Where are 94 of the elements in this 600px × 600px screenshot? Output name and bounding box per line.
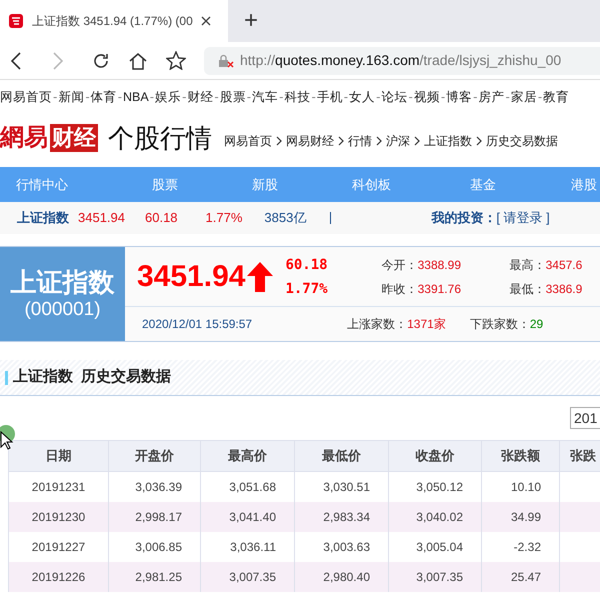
- nav-link[interactable]: 论坛: [381, 88, 408, 106]
- star-icon[interactable]: [166, 51, 186, 70]
- breadcrumb-link[interactable]: 上证指数: [424, 132, 472, 150]
- chevron-icon: [374, 136, 384, 146]
- separator-text: -: [181, 88, 188, 106]
- current-price: 3451.94: [137, 259, 246, 295]
- breadcrumb-link[interactable]: 历史交易数据: [486, 132, 558, 150]
- separator-text: -: [213, 88, 220, 106]
- section-title: 上证指数: [13, 367, 73, 388]
- index-volume: 3853亿: [264, 209, 306, 228]
- table-cell: 2,981.25: [108, 562, 200, 592]
- nav-link[interactable]: 股票: [220, 88, 246, 106]
- breadcrumb-link[interactable]: 沪深: [386, 132, 410, 150]
- separator-text: -: [246, 88, 252, 106]
- nav-link[interactable]: 汽车: [252, 88, 278, 106]
- reload-icon[interactable]: [92, 52, 110, 70]
- index-change: 60.18: [145, 209, 178, 228]
- stat-value: 3386.9: [546, 282, 582, 296]
- breadcrumb-link[interactable]: 行情: [348, 132, 372, 150]
- insecure-lock-icon: [218, 54, 234, 68]
- separator-text: -: [407, 88, 414, 106]
- table-cell: 3,007.35: [388, 562, 482, 592]
- separator-text: -: [472, 88, 479, 106]
- nav-link[interactable]: 财经: [187, 88, 214, 106]
- separator-text: -: [375, 88, 382, 106]
- year-dropdown[interactable]: 201: [570, 407, 600, 429]
- nav-link[interactable]: 娱乐: [155, 88, 182, 106]
- nav-link[interactable]: 房产: [478, 88, 505, 106]
- nav-link[interactable]: 体育: [90, 88, 117, 106]
- stat-label: 昨收：: [382, 282, 418, 296]
- index-name: 上证指数: [17, 209, 69, 228]
- breadcrumb-link[interactable]: 网易财经: [286, 132, 334, 150]
- up-arrow-icon: [247, 262, 274, 292]
- decliners-label: 下跌家数：: [470, 316, 530, 333]
- stat-value: 3388.99: [418, 258, 461, 272]
- table-cell: 2,980.40: [294, 562, 388, 592]
- separator-text: -: [342, 88, 349, 106]
- separator-text: -: [148, 88, 155, 106]
- stat-label: 最高：: [510, 258, 546, 272]
- table-cell: 20191226: [8, 562, 108, 592]
- price-change: 60.18: [285, 256, 328, 274]
- table-cell: 3,007.35: [200, 562, 294, 592]
- chevron-icon: [412, 136, 422, 146]
- price-percent: 1.77%: [285, 280, 328, 298]
- nav-link[interactable]: 新闻: [58, 88, 84, 106]
- nav-link[interactable]: 家居: [510, 88, 537, 106]
- separator-text: -: [310, 88, 317, 106]
- separator-text: -: [440, 88, 446, 106]
- nav-link[interactable]: 手机: [316, 88, 343, 106]
- index-code: (000001): [24, 298, 101, 322]
- separator-text: -: [504, 88, 511, 106]
- section-subtitle: 历史交易数据: [81, 367, 171, 388]
- advancers-unit: 家: [434, 316, 446, 333]
- tab-title: 上证指数 3451.94 (1.77%) (00: [32, 13, 193, 30]
- chevron-icon: [474, 136, 484, 146]
- home-icon[interactable]: [128, 52, 148, 70]
- favicon-icon: [8, 13, 24, 29]
- update-time: 2020/12/01 15:59:57: [142, 316, 252, 333]
- nav-link[interactable]: 科技: [284, 88, 310, 106]
- nav-link[interactable]: 女人: [349, 88, 376, 106]
- nav-link[interactable]: 网易首页: [0, 88, 52, 106]
- new-tab-button[interactable]: +: [228, 0, 274, 42]
- separator-text: -: [116, 88, 124, 106]
- separator-text: -: [84, 88, 90, 106]
- chevron-icon: [336, 136, 346, 146]
- index-percent: 1.77%: [206, 209, 242, 228]
- advancers-label: 上涨家数：: [347, 316, 408, 333]
- breadcrumb-link[interactable]: 网易首页: [224, 132, 272, 150]
- separator-text: -: [52, 88, 58, 106]
- index-price: 3451.94: [78, 209, 125, 228]
- chevron-icon: [274, 136, 284, 146]
- page-title: 个股行情: [108, 122, 212, 154]
- separator-text: -: [278, 88, 284, 106]
- column-header: 日期: [8, 440, 108, 472]
- url-text: http://quotes.money.163.com/trade/lsjysj_zhishu_00: [240, 51, 562, 70]
- close-icon[interactable]: [200, 16, 211, 26]
- nav-link[interactable]: 博客: [446, 88, 472, 106]
- logo-badge: 财经: [50, 124, 98, 152]
- stat-label: 今开：: [382, 258, 418, 272]
- stat-label: 最低：: [510, 282, 546, 296]
- nav-link[interactable]: 视频: [414, 88, 440, 106]
- advancers-count: 1371: [407, 316, 434, 333]
- nav-link[interactable]: 教育: [543, 88, 570, 106]
- nav-link[interactable]: NBA: [123, 88, 149, 106]
- browser-tab[interactable]: 上证指数 3451.94 (1.77%) (00: [0, 0, 228, 42]
- separator-text: -: [536, 88, 543, 106]
- investment-label: 我的投资：: [431, 209, 496, 228]
- index-title: 上证指数: [10, 266, 114, 298]
- stat-value: 3391.76: [418, 282, 461, 296]
- stat-value: 3457.6: [546, 258, 582, 272]
- address-bar[interactable]: http://quotes.money.163.com/trade/lsjysj_zhishu_00: [204, 46, 600, 74]
- decliners-count: 29: [530, 316, 544, 333]
- table-cell: 25.47: [482, 562, 560, 592]
- login-link[interactable]: [ 请登录 ]: [496, 208, 550, 228]
